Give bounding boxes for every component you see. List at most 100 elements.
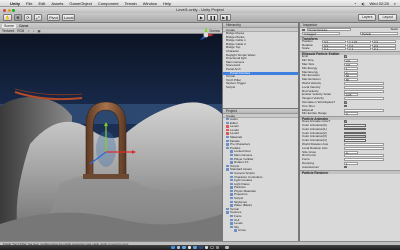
orientation-gizmo[interactable] [196,25,216,45]
dock-finder-icon[interactable] [171,245,175,250]
emitter-checkbox[interactable]: ✓ [344,100,347,104]
layer-dropdown[interactable]: Default [360,31,398,35]
color-swatch[interactable] [344,135,366,139]
scene-audio-toggle[interactable]: ♪ [33,29,35,33]
transform-value-field[interactable]: Z 1 [372,47,396,51]
transform-value-field[interactable]: Z 0 [372,43,396,47]
minimize-window-icon[interactable] [7,8,11,12]
dock-unity-icon[interactable] [204,245,209,250]
transform-value-field[interactable]: Y 1.03 [347,39,371,43]
emitter-checkbox[interactable]: ✓ [344,55,347,58]
step-button[interactable]: ▶❚ [220,14,231,21]
emitter-value-field[interactable] [344,81,384,85]
dock-photoshop-icon[interactable] [199,245,203,250]
project-item-label: Arrow [238,229,246,233]
menu-help[interactable]: Help [163,1,171,6]
color-swatch[interactable] [344,127,366,131]
tab-game[interactable]: Game [19,24,29,28]
gizmo-z-cone[interactable] [200,36,205,40]
spotlight-icon[interactable]: ⌕ [394,1,396,6]
transform-value-field[interactable]: X 1 [322,47,346,51]
dock-itunes-icon[interactable] [193,245,197,250]
transform-value-field[interactable]: Y 1 [347,47,371,51]
scene-fx-toggle[interactable]: ▦ [38,29,41,33]
draw-mode-dropdown[interactable]: Textured [2,29,14,33]
object-name-field[interactable]: Portal Particles [306,28,351,32]
zoom-window-icon[interactable] [12,8,15,12]
animator-value-field[interactable] [344,143,384,147]
hand-tool-button[interactable]: ✋ [3,14,12,21]
gizmo-y-cone[interactable] [204,27,208,32]
pivot-toggle[interactable]: Pivot [46,14,60,21]
emitter-value-field[interactable] [344,85,384,89]
wifi-icon[interactable]: ◔ [354,1,356,6]
layout-dropdown[interactable]: Layout [378,14,397,21]
transform-value-field[interactable]: X 0 [322,39,346,43]
emitter-checkbox[interactable] [344,104,347,108]
scale-tool-button[interactable]: ⤢ [33,14,42,21]
animator-value-field[interactable] [344,146,384,150]
hierarchy-item-label: Bridge Cable 1 [226,39,246,43]
color-swatch[interactable] [344,131,366,135]
tab-scene[interactable]: Scene [2,24,16,28]
emitter-value-field[interactable]: 1 [344,66,358,70]
menu-file[interactable]: File [26,1,32,6]
layers-dropdown[interactable]: Layers [357,14,377,21]
animator-value-field[interactable]: 1 [344,162,358,166]
transform-value-field[interactable]: Y 0 [347,43,371,47]
animator-value-field[interactable]: 0 [344,150,358,154]
transform-rows: Position X 0Y 1.03 Z 0 Rotation X 0Y 0Z 0 Sca… [300,39,400,51]
menu-unity[interactable]: Unity [10,1,20,6]
menu-terrain[interactable]: Terrain [125,1,137,6]
dock-safari-icon[interactable] [182,245,186,250]
emitter-value-field[interactable] [344,108,384,112]
menu-assets[interactable]: Assets [51,1,63,6]
transform-value-field[interactable]: X 0 [322,43,346,47]
emitter-value-field[interactable] [344,89,384,93]
menu-gameobject[interactable]: GameObject [69,1,91,6]
dock-terminal-icon[interactable] [210,245,214,250]
emitter-value-field[interactable]: 0.05 [344,93,358,97]
project-item-label: Pro Characters [230,143,251,147]
move-tool-button[interactable]: ✥ [13,14,22,21]
dock-prefs-icon[interactable] [215,245,220,250]
pause-button[interactable]: ❚❚ [207,14,219,21]
color-swatch[interactable] [344,124,366,127]
animator-value-field[interactable] [344,158,384,162]
project-item[interactable]: Arrow [223,229,298,233]
menu-window[interactable]: Window [143,1,157,6]
scene-view[interactable]: Scene Game Textured RGB ☼ ♪ ▦ Gizmos [0,23,222,241]
object-active-checkbox[interactable] [302,28,305,32]
emitter-value-field[interactable]: 0.5 [344,59,358,63]
transform-value-field[interactable]: Z 0 [372,39,396,43]
dock-mail-icon[interactable] [176,245,181,250]
menu-component[interactable]: Component [98,1,119,6]
emitter-value-field[interactable]: 50 [344,74,358,78]
dock-ical-icon[interactable] [187,245,192,250]
emitter-value-field[interactable]: 0 [344,112,358,116]
hierarchy-item[interactable]: Scripts [223,86,298,90]
animator-checkbox[interactable] [344,165,347,169]
emitter-value-field[interactable] [344,97,384,101]
render-mode-dropdown[interactable]: RGB [17,29,24,33]
local-toggle[interactable]: Local [61,14,76,21]
renderer-header[interactable]: Particle Renderer [300,169,400,174]
volume-icon[interactable]: ◂) [361,1,364,6]
play-button[interactable]: ▶ [197,14,206,21]
menu-edit[interactable]: Edit [38,1,45,6]
hierarchy-item-label: Portal Particles [230,71,251,75]
color-swatch[interactable] [344,139,366,142]
emitter-value-field[interactable]: 0.8 [344,62,358,66]
emitter-value-field[interactable]: 80 [344,78,358,82]
scene-viewport[interactable] [0,34,222,241]
close-window-icon[interactable] [3,8,6,12]
scene-lighting-toggle[interactable]: ☼ [27,29,30,33]
menubar-clock[interactable]: Wed 02:28 [369,1,388,6]
dock-trash-icon[interactable] [225,245,229,250]
emitter-value-field[interactable]: 2 [344,70,358,74]
rotate-tool-button[interactable]: ⟳ [23,14,32,21]
tag-dropdown[interactable]: Untagged [302,31,340,35]
animator-value-field[interactable] [344,154,384,158]
gizmo-x-cone[interactable] [209,33,214,37]
animator-checkbox[interactable]: ✓ [344,120,347,123]
